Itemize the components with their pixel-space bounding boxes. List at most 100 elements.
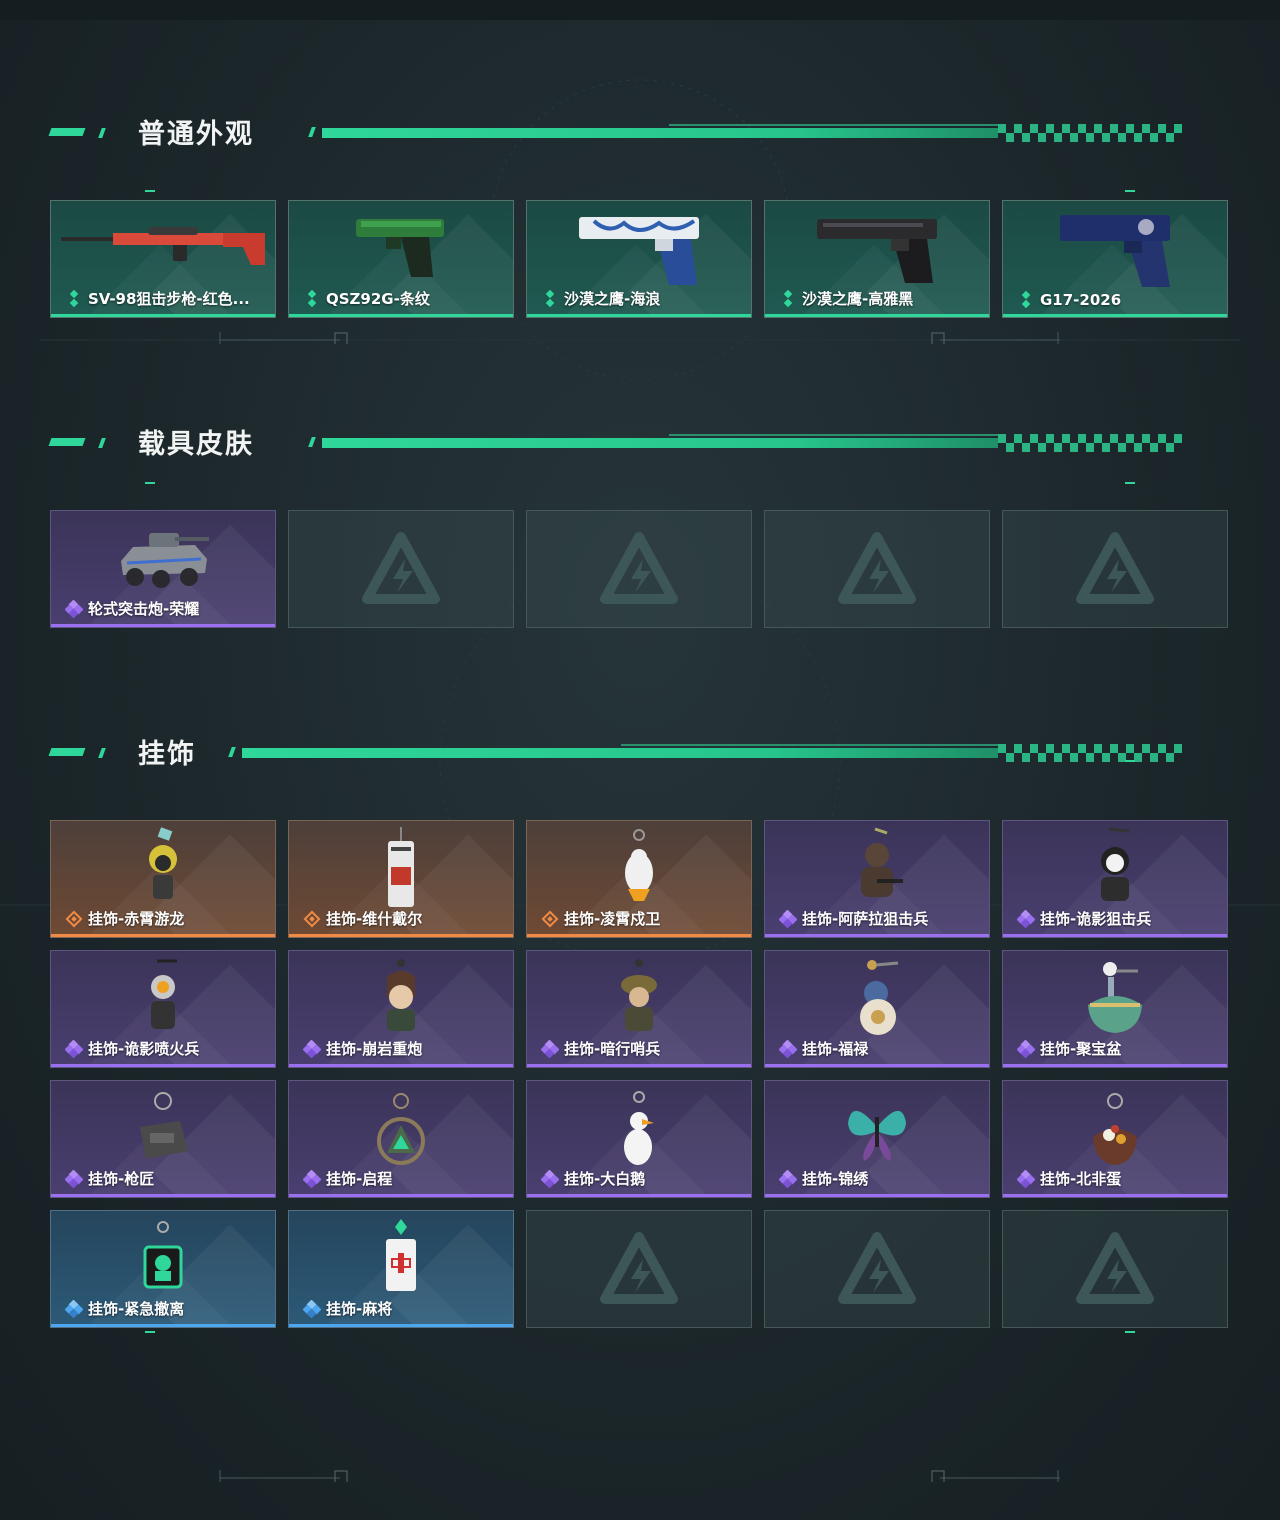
- charm-icon: [625, 829, 653, 901]
- rarity-icon: [302, 1039, 322, 1058]
- charm-icon: [377, 1093, 425, 1165]
- item-label: 沙漠之鹰-高雅黑: [779, 288, 913, 309]
- item-label: QSZ92G-条纹: [303, 288, 430, 309]
- charm-card[interactable]: 挂饰-维什戴尔: [288, 820, 514, 938]
- title-divider-bar: [228, 744, 1208, 762]
- pistol-icon: [356, 219, 444, 277]
- charm-card[interactable]: 挂饰-诡影狙击兵: [1002, 820, 1228, 938]
- rarity-icon: [540, 1169, 560, 1188]
- title-lead-accent: [48, 748, 86, 756]
- item-label: 挂饰-北非蛋: [1016, 1168, 1121, 1189]
- rarity-icon: [541, 910, 559, 928]
- rarity-icon: [64, 1169, 84, 1188]
- charm-card[interactable]: 挂饰-阿萨拉狙击兵: [764, 820, 990, 938]
- item-label: 挂饰-启程: [302, 1168, 392, 1189]
- charm-icon: [151, 959, 177, 1029]
- weapon-skin-card[interactable]: QSZ92G-条纹: [288, 200, 514, 318]
- charm-card[interactable]: 挂饰-凌霄戍卫: [526, 820, 752, 938]
- rarity-icon: [303, 910, 321, 928]
- item-label: 挂饰-阿萨拉狙击兵: [778, 908, 928, 929]
- item-label: 沙漠之鹰-海浪: [541, 288, 660, 309]
- rarity-bar: [527, 1194, 751, 1197]
- rarity-icon: [302, 1169, 322, 1188]
- charm-icon: [143, 1221, 183, 1289]
- charm-icon: [848, 1110, 906, 1161]
- rarity-bar: [527, 314, 751, 317]
- item-label: G17-2026: [1017, 290, 1121, 309]
- placeholder-logo-icon: [838, 1232, 916, 1304]
- charm-card[interactable]: 挂饰-紧急撤离: [50, 1210, 276, 1328]
- weapon-skin-card[interactable]: 沙漠之鹰-海浪: [526, 200, 752, 318]
- rarity-bar: [765, 934, 989, 937]
- charm-icon: [1088, 962, 1142, 1033]
- rarity-icon: [64, 1299, 84, 1318]
- rarity-icon: [1016, 1039, 1036, 1058]
- charm-icon: [860, 960, 899, 1035]
- title-lead-slash: [98, 438, 106, 448]
- empty-slot: [1002, 510, 1228, 628]
- weapon-skin-card[interactable]: SV-98狙击步枪-红色...: [50, 200, 276, 318]
- charm-card[interactable]: 挂饰-聚宝盆: [1002, 950, 1228, 1068]
- charm-card[interactable]: 挂饰-大白鹅: [526, 1080, 752, 1198]
- item-label: 轮式突击炮-荣耀: [64, 598, 199, 619]
- item-label: 挂饰-大白鹅: [540, 1168, 645, 1189]
- charm-card[interactable]: 挂饰-麻将: [288, 1210, 514, 1328]
- ruler-decoration: [219, 1470, 1060, 1482]
- charm-card[interactable]: 挂饰-赤霄游龙: [50, 820, 276, 938]
- charm-card[interactable]: 挂饰-诡影喷火兵: [50, 950, 276, 1068]
- charm-icon: [386, 1219, 416, 1291]
- charm-card[interactable]: 挂饰-枪匠: [50, 1080, 276, 1198]
- charm-card[interactable]: 挂饰-启程: [288, 1080, 514, 1198]
- corner-marker: [1125, 1331, 1135, 1333]
- section-title: 挂饰: [138, 739, 196, 770]
- item-label: 挂饰-紧急撤离: [64, 1298, 184, 1319]
- empty-slot: [526, 1210, 752, 1328]
- corner-marker: [1125, 760, 1135, 762]
- vehicle-skin-card[interactable]: 轮式突击炮-荣耀: [50, 510, 276, 628]
- corner-marker: [1125, 482, 1135, 484]
- title-lead-accent: [48, 128, 86, 136]
- title-divider-bar: [308, 434, 1208, 452]
- checker-pattern: [998, 434, 1182, 452]
- section-title: 普通外观: [138, 119, 254, 150]
- item-label: 挂饰-聚宝盆: [1016, 1038, 1121, 1059]
- charm-card[interactable]: 挂饰-暗行哨兵: [526, 950, 752, 1068]
- weapon-skin-card[interactable]: 沙漠之鹰-高雅黑: [764, 200, 990, 318]
- placeholder-logo-icon: [600, 532, 678, 604]
- item-label: 挂饰-诡影狙击兵: [1016, 908, 1151, 929]
- armored-vehicle-icon: [121, 533, 209, 588]
- charm-card[interactable]: 挂饰-福禄: [764, 950, 990, 1068]
- title-lead-accent: [48, 438, 86, 446]
- charm-icon: [388, 827, 414, 907]
- corner-marker: [145, 482, 155, 484]
- rarity-icon: [1017, 290, 1035, 309]
- rarity-icon: [778, 909, 798, 928]
- weapon-skin-card[interactable]: G17-2026: [1002, 200, 1228, 318]
- rarity-icon: [540, 1039, 560, 1058]
- rarity-icon: [541, 289, 559, 308]
- title-lead-slash: [98, 748, 106, 758]
- charm-icon: [387, 959, 415, 1031]
- pistol-icon: [1060, 215, 1170, 287]
- title-divider-bar: [308, 124, 1208, 142]
- item-label: 挂饰-维什戴尔: [303, 908, 422, 929]
- charm-card[interactable]: 挂饰-锦绣: [764, 1080, 990, 1198]
- item-label: 挂饰-诡影喷火兵: [64, 1038, 199, 1059]
- corner-marker: [145, 190, 155, 192]
- rarity-bar: [765, 314, 989, 317]
- rarity-icon: [302, 1299, 322, 1318]
- rarity-bar: [51, 1194, 275, 1197]
- rarity-bar: [1003, 1064, 1227, 1067]
- charm-icon: [1093, 1093, 1137, 1165]
- item-label: 挂饰-枪匠: [64, 1168, 154, 1189]
- rarity-bar: [527, 1064, 751, 1067]
- placeholder-logo-icon: [362, 532, 440, 604]
- charm-card[interactable]: 挂饰-崩岩重炮: [288, 950, 514, 1068]
- charm-card[interactable]: 挂饰-北非蛋: [1002, 1080, 1228, 1198]
- section-header-charms: 挂饰: [48, 730, 1208, 770]
- rarity-bar: [289, 314, 513, 317]
- rarity-bar: [765, 1194, 989, 1197]
- charm-icon: [1101, 827, 1130, 901]
- charm-icon: [140, 1092, 188, 1159]
- corner-marker: [1125, 190, 1135, 192]
